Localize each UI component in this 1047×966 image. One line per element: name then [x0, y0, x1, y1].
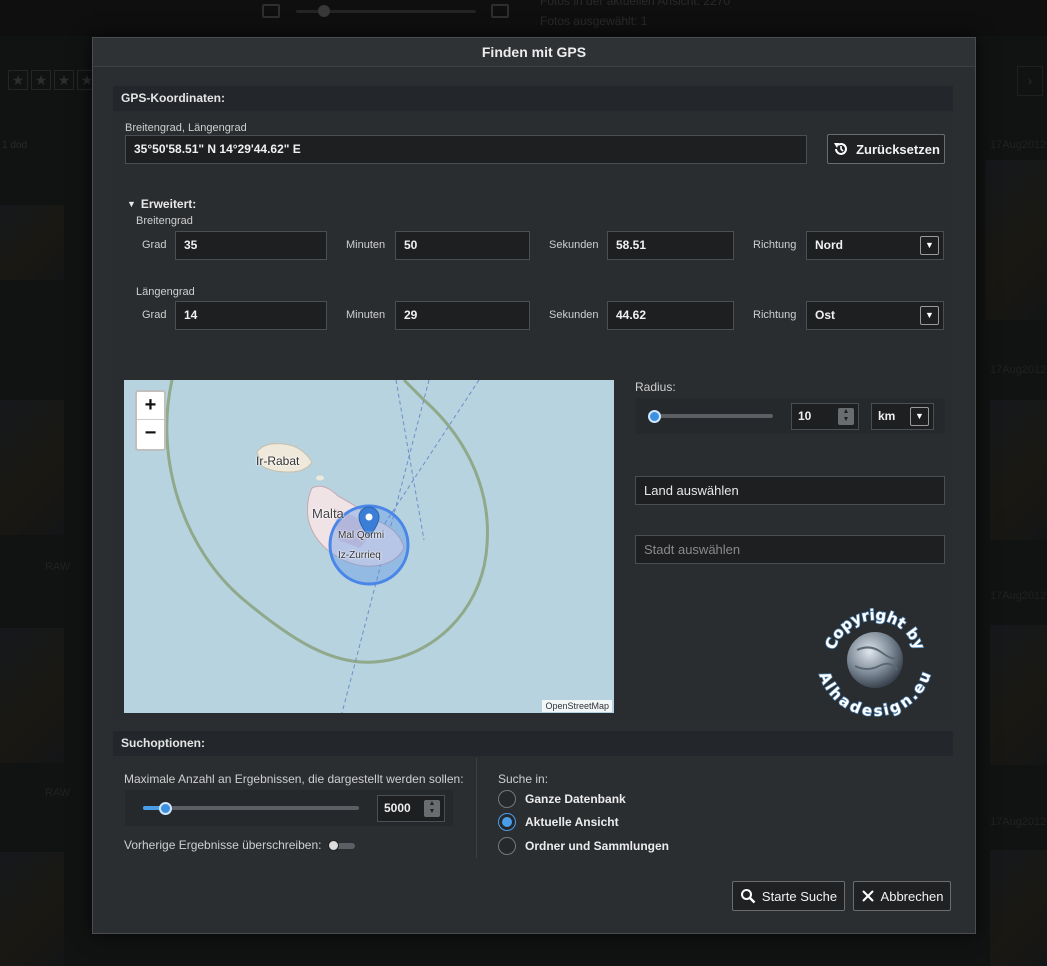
caret-down-icon: ▼ [127, 199, 136, 209]
lon-minuten-input[interactable]: 29 [395, 301, 530, 330]
map-place-label: Ir-Rabat [256, 454, 300, 468]
radio-aktuelle-ansicht[interactable]: Aktuelle Ansicht [498, 813, 619, 831]
start-search-label: Starte Suche [761, 888, 838, 904]
lat-minuten-label: Minuten [346, 239, 386, 251]
map-zoom-control: + − [135, 390, 166, 451]
lon-minuten-label: Minuten [346, 309, 386, 321]
reset-icon [834, 143, 848, 155]
map-attribution[interactable]: OpenStreetMap [542, 700, 612, 712]
radio-button[interactable] [498, 790, 516, 808]
max-results-slider-knob[interactable] [159, 802, 172, 815]
max-results-slider-track[interactable] [143, 806, 359, 810]
zoom-out-button[interactable]: − [137, 420, 164, 448]
coords-input[interactable]: 35°50'58.51" N 14°29'44.62" E [125, 135, 807, 164]
lat-direction-select[interactable]: Nord ▼ [806, 231, 944, 260]
radius-label: Radius: [635, 380, 676, 394]
chevron-down-icon: ▼ [910, 407, 929, 426]
chevron-down-icon: ▼ [920, 236, 939, 255]
radius-slider-knob[interactable] [648, 410, 661, 423]
lat-sekunden-input[interactable]: 58.51 [607, 231, 734, 260]
radio-label: Ordner und Sammlungen [525, 839, 670, 853]
radio-ordner-sammlungen[interactable]: Ordner und Sammlungen [498, 837, 669, 855]
lat-minuten-input[interactable]: 50 [395, 231, 530, 260]
close-icon [861, 890, 874, 902]
radius-unit-select[interactable]: km ▼ [871, 403, 934, 430]
search-options-divider [476, 758, 477, 858]
map-canvas [165, 380, 489, 713]
chevron-down-icon: ▼ [920, 306, 939, 325]
lon-direction-select[interactable]: Ost ▼ [806, 301, 944, 330]
globe-icon [847, 632, 903, 688]
lon-richtung-label: Richtung [753, 309, 797, 321]
lon-sekunden-input[interactable]: 44.62 [607, 301, 734, 330]
lat-grad-input[interactable]: 35 [175, 231, 327, 260]
coords-label: Breitengrad, Längengrad [125, 122, 247, 134]
advanced-toggle[interactable]: ▼ Erweitert: [127, 197, 196, 211]
lon-sekunden-label: Sekunden [549, 309, 599, 321]
lon-direction-value: Ost [815, 308, 836, 322]
radius-value: 10 [798, 409, 812, 423]
lat-grad-label: Grad [142, 239, 167, 251]
zoom-in-button[interactable]: + [137, 392, 164, 420]
dialog-title: Finden mit GPS [93, 38, 975, 67]
max-results-stepper[interactable]: 5000 ▲ ▼ [377, 795, 445, 822]
longitude-label: Längengrad [136, 286, 195, 298]
lon-grad-label: Grad [142, 309, 167, 321]
max-results-label: Maximale Anzahl an Ergebnissen, die darg… [124, 772, 464, 786]
advanced-label: Erweitert: [140, 197, 197, 211]
copyright-watermark: Copyright by Alhadesign.eu [815, 605, 935, 720]
lat-richtung-label: Richtung [753, 239, 797, 251]
max-results-value: 5000 [384, 801, 411, 815]
start-search-button[interactable]: Starte Suche [732, 881, 845, 911]
gps-map[interactable]: Ir-Rabat Malta Mal Qormi Iz-Zurrieq + − … [124, 380, 614, 713]
overwrite-label: Vorherige Ergebnisse überschreiben: [124, 838, 322, 852]
radius-unit-value: km [878, 409, 896, 423]
search-in-label: Suche in: [498, 772, 549, 786]
map-place-label: Malta [312, 506, 344, 521]
reset-button[interactable]: Zurücksetzen [827, 134, 945, 164]
gps-section-title: GPS-Koordinaten: [113, 86, 953, 111]
lat-sekunden-label: Sekunden [549, 239, 599, 251]
radius-stepper[interactable]: 10 ▲ ▼ [791, 403, 859, 430]
cancel-button[interactable]: Abbrechen [853, 881, 951, 911]
radio-label: Ganze Datenbank [525, 792, 626, 806]
search-options-title: Suchoptionen: [113, 731, 953, 756]
radio-button[interactable] [498, 837, 516, 855]
radio-label: Aktuelle Ansicht [525, 815, 619, 829]
reset-button-label: Zurücksetzen [856, 141, 940, 157]
map-place-label: Mal Qormi [338, 530, 385, 541]
city-input[interactable]: Stadt auswählen [635, 535, 945, 564]
radio-button-selected[interactable] [498, 813, 516, 831]
country-select[interactable]: Land auswählen [635, 476, 945, 505]
radius-slider-track[interactable] [653, 414, 773, 418]
latitude-label: Breitengrad [136, 215, 193, 227]
lon-grad-input[interactable]: 14 [175, 301, 327, 330]
lat-direction-value: Nord [815, 238, 843, 252]
cancel-label: Abbrechen [880, 888, 944, 904]
stepper-arrows-icon[interactable]: ▲ ▼ [424, 800, 440, 817]
radio-ganze-datenbank[interactable]: Ganze Datenbank [498, 790, 626, 808]
search-icon [740, 889, 756, 904]
stepper-arrows-icon[interactable]: ▲ ▼ [838, 408, 854, 425]
map-place-label: Iz-Zurrieq [338, 550, 381, 561]
overwrite-toggle-knob[interactable] [328, 840, 339, 851]
